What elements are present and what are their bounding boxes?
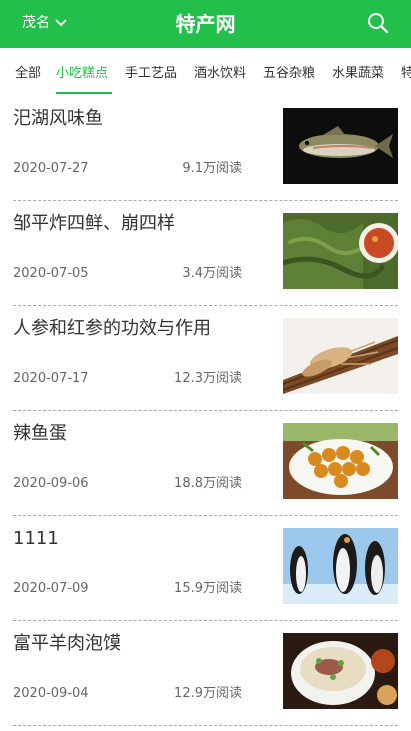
penguins-photo (283, 528, 398, 604)
article-read-count: 12.9万阅读 (174, 686, 242, 701)
list-item[interactable]: 1111 2020-07-09 15.9万阅读 (13, 516, 398, 621)
article-title: 人参和红参的功效与作用 (13, 318, 211, 339)
article-title: 邹平炸四鲜、崩四样 (13, 213, 175, 234)
city-label: 茂名 (22, 15, 50, 31)
ginseng-photo (283, 318, 398, 394)
list-item[interactable]: 汜湖风味鱼 2020-07-27 9.1万阅读 (13, 96, 398, 201)
fish-balls-photo (283, 423, 398, 499)
greens-dish-photo (283, 213, 398, 289)
mutton-soup-photo (283, 633, 398, 709)
tab-snacks[interactable]: 小吃糕点 (56, 65, 108, 83)
article-read-count: 12.3万阅读 (174, 371, 242, 386)
tab-drinks[interactable]: 酒水饮料 (194, 65, 246, 83)
article-date: 2020-07-17 (13, 371, 89, 386)
search-icon (368, 13, 389, 34)
tab-crafts[interactable]: 手工艺品 (125, 65, 177, 83)
chevron-down-icon (55, 19, 67, 27)
list-item[interactable]: 辣鱼蛋 2020-09-06 18.8万阅读 (13, 411, 398, 516)
tab-grains[interactable]: 五谷杂粮 (263, 65, 315, 83)
article-date: 2020-07-27 (13, 161, 89, 176)
article-title: 汜湖风味鱼 (13, 108, 103, 129)
city-selector[interactable]: 茂名 (22, 14, 67, 32)
article-read-count: 18.8万阅读 (174, 476, 242, 491)
article-date: 2020-07-09 (13, 581, 89, 596)
list-item[interactable]: 富平羊肉泡馍 2020-09-04 12.9万阅读 (13, 621, 398, 726)
active-tab-indicator (56, 92, 112, 94)
top-bar: 茂名 特产网 (0, 0, 411, 48)
fish-photo (283, 108, 398, 184)
tab-all[interactable]: 全部 (15, 65, 41, 83)
category-tabs: 全部 小吃糕点 手工艺品 酒水饮料 五谷杂粮 水果蔬菜 特 (0, 48, 411, 96)
article-title: 辣鱼蛋 (13, 423, 67, 444)
article-read-count: 15.9万阅读 (174, 581, 242, 596)
list-item[interactable]: 邹平炸四鲜、崩四样 2020-07-05 3.4万阅读 (13, 201, 398, 306)
article-title: 富平羊肉泡馍 (13, 633, 121, 654)
article-date: 2020-09-04 (13, 686, 89, 701)
list-item[interactable]: 人参和红参的功效与作用 2020-07-17 12.3万阅读 (13, 306, 398, 411)
article-read-count: 3.4万阅读 (182, 266, 242, 281)
article-read-count: 9.1万阅读 (182, 161, 242, 176)
tab-produce[interactable]: 水果蔬菜 (332, 65, 384, 83)
search-button[interactable] (366, 11, 390, 35)
article-title: 1111 (13, 528, 59, 549)
article-date: 2020-07-05 (13, 266, 89, 281)
article-date: 2020-09-06 (13, 476, 89, 491)
tab-more[interactable]: 特 (401, 65, 411, 83)
